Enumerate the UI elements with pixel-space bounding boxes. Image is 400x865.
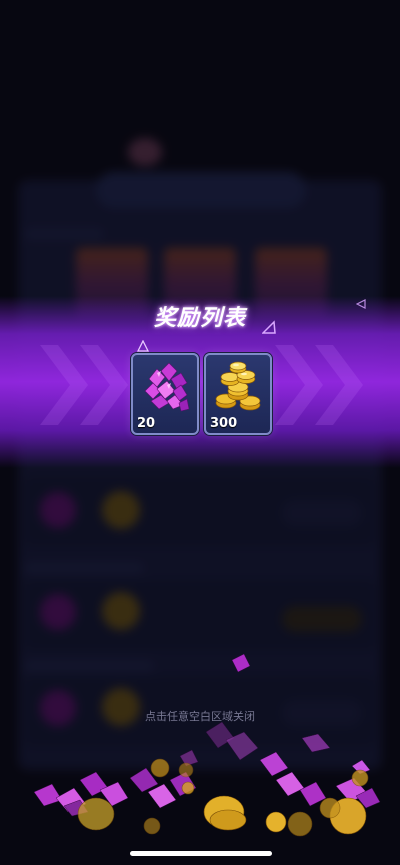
gold-coin-pile-icon	[215, 361, 261, 411]
sparkle-triangle-icon	[356, 299, 366, 309]
reward-count-gold: 300	[210, 416, 238, 431]
reward-card-gem: 20	[131, 353, 199, 435]
reward-popup-screen[interactable]: 奖励列表 20 300 点击任意空白区域关闭	[0, 0, 400, 865]
reward-card-gold: 300	[204, 353, 272, 435]
home-indicator-bar[interactable]	[130, 851, 272, 856]
banner-chevron-decoration	[40, 345, 363, 425]
reward-list-title: 奖励列表	[153, 306, 246, 331]
purple-gem-pile-icon	[144, 362, 190, 412]
reward-count-gem: 20	[137, 416, 156, 431]
sparkle-triangle-icon	[137, 340, 149, 352]
gem-coin-pile-decoration	[33, 653, 381, 837]
sparkle-triangle-icon	[262, 320, 276, 334]
